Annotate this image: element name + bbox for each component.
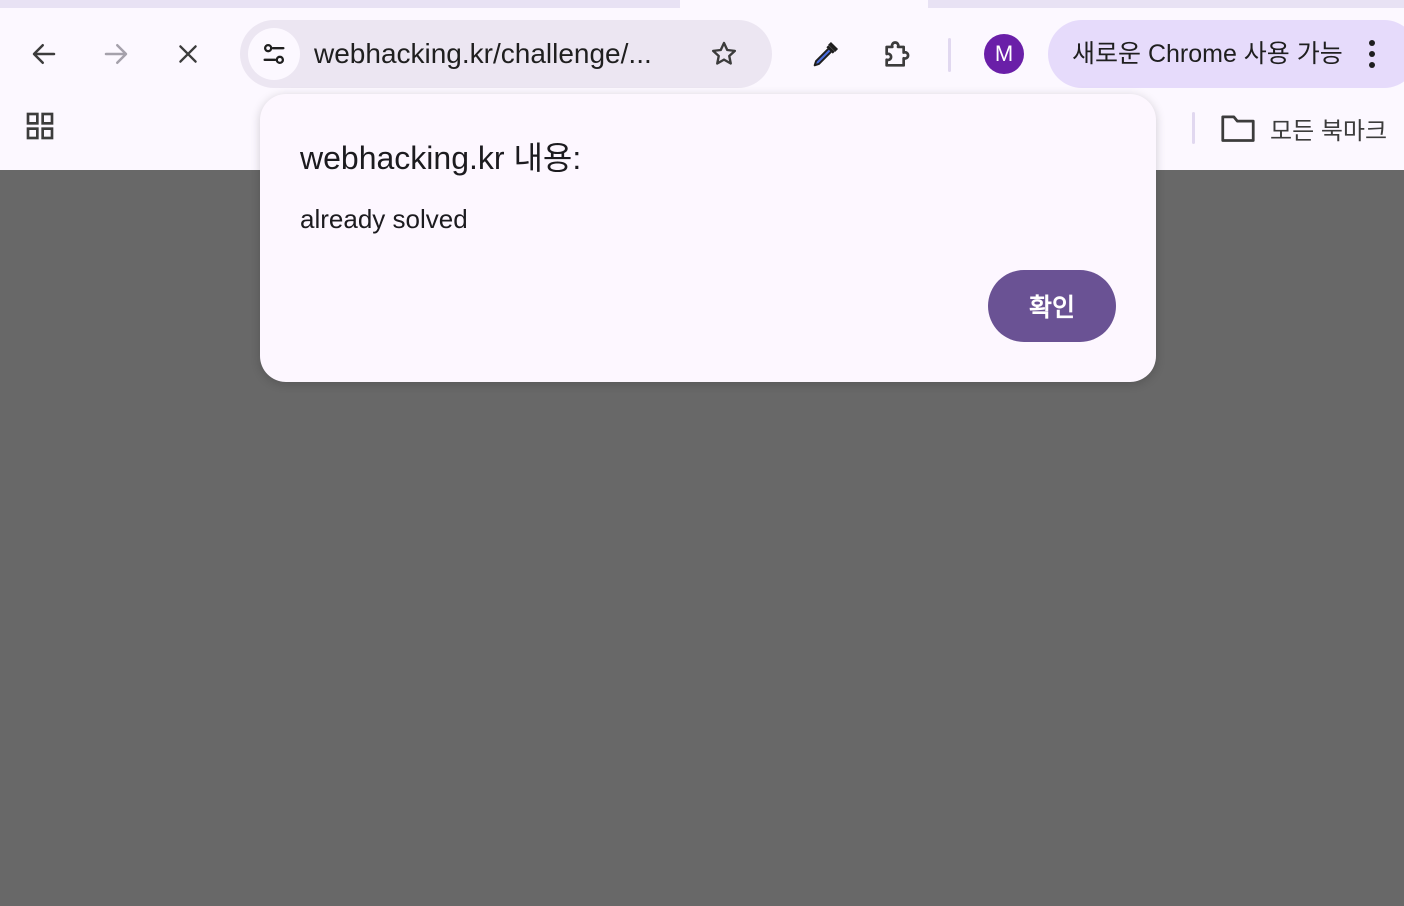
url-text[interactable]: webhacking.kr/challenge/...: [314, 39, 684, 69]
star-icon: [711, 41, 737, 65]
browser-toolbar: webhacking.kr/challenge/... M 새로운 Chrome…: [0, 8, 1404, 92]
folder-icon: [1221, 115, 1255, 142]
profile-avatar[interactable]: M: [984, 34, 1024, 74]
eyedropper-icon: [813, 41, 839, 67]
bookmarks-divider: [1192, 112, 1195, 144]
bookmark-star-button[interactable]: [702, 32, 746, 76]
arrow-left-icon: [32, 44, 56, 64]
more-vert-icon[interactable]: [1358, 34, 1386, 74]
tune-icon: [263, 43, 285, 65]
toolbar-divider: [948, 38, 951, 72]
alert-dialog: webhacking.kr 내용: already solved 확인: [260, 94, 1156, 382]
update-chrome-button[interactable]: 새로운 Chrome 사용 가능: [1048, 20, 1404, 88]
extensions-button[interactable]: [874, 30, 922, 78]
arrow-right-icon: [104, 44, 128, 64]
eyedropper-extension-button[interactable]: [802, 30, 850, 78]
all-bookmarks-label: 모든 북마크: [1270, 117, 1388, 145]
dialog-title: webhacking.kr 내용:: [300, 140, 582, 176]
back-button[interactable]: [22, 32, 66, 76]
site-info-button[interactable]: [248, 28, 300, 80]
active-tab[interactable]: [680, 0, 928, 8]
dialog-message: already solved: [300, 204, 468, 234]
tab-strip: [0, 0, 1404, 8]
forward-button[interactable]: [94, 32, 138, 76]
all-bookmarks-button[interactable]: 모든 북마크: [1220, 106, 1387, 150]
puzzle-icon: [885, 41, 910, 67]
address-bar[interactable]: webhacking.kr/challenge/...: [240, 20, 772, 88]
apps-grid-icon: [26, 112, 54, 140]
close-icon: [179, 45, 197, 63]
update-chrome-label: 새로운 Chrome 사용 가능: [1072, 40, 1343, 68]
stop-loading-button[interactable]: [166, 32, 210, 76]
ok-button[interactable]: 확인: [988, 270, 1116, 342]
apps-button[interactable]: [18, 104, 62, 148]
